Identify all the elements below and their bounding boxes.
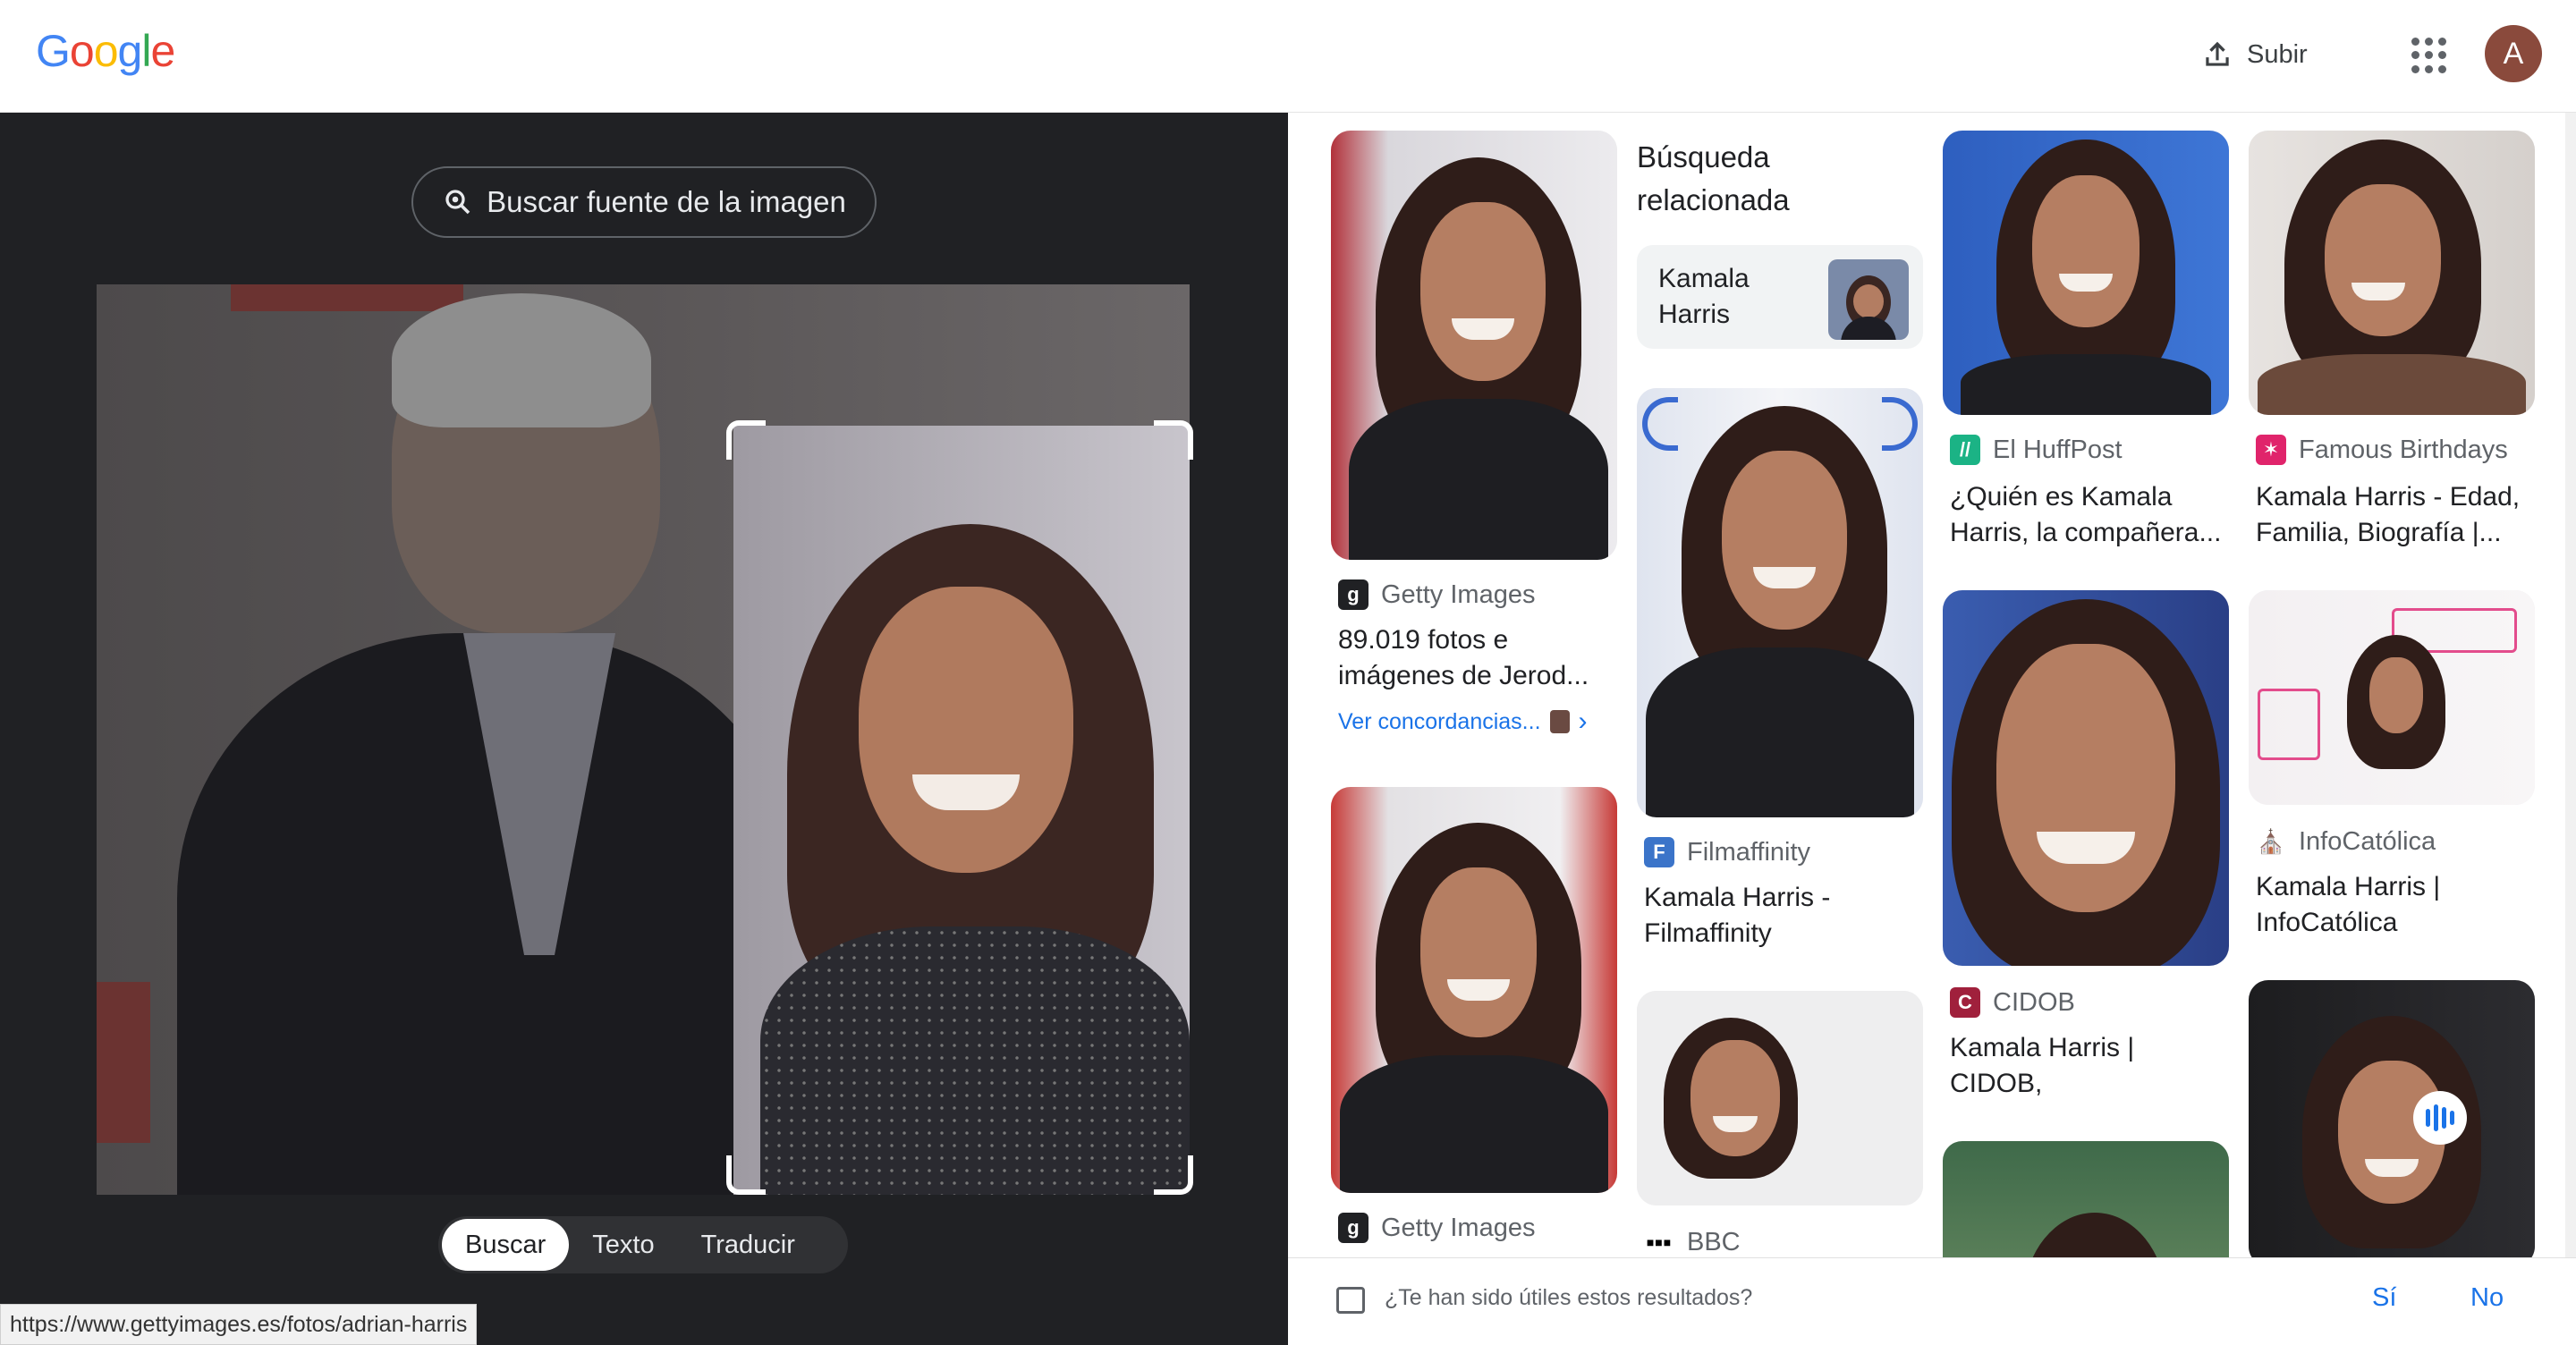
result-source: C CIDOB — [1950, 987, 2075, 1018]
result-source: ⛪ InfoCatólica — [2256, 826, 2436, 857]
result-source: // El HuffPost — [1950, 435, 2123, 465]
crop-handle-bottom-right[interactable] — [1154, 1155, 1193, 1195]
result-title-line: Familia, Biografía |... — [2256, 518, 2502, 547]
lens-search-icon — [445, 190, 470, 215]
logo-letter: l — [141, 26, 151, 76]
logo-letter: o — [93, 26, 119, 76]
result-source-label: Filmaffinity — [1687, 837, 1811, 867]
see-matches-link[interactable]: Ver concordancias... › — [1338, 706, 1588, 737]
feedback-yes-button[interactable]: Sí — [2372, 1283, 2396, 1313]
result-image[interactable] — [1637, 388, 1923, 817]
huffpost-icon: // — [1950, 435, 1980, 465]
related-search-heading: Búsqueda relacionada — [1637, 136, 1790, 222]
result-title[interactable]: Kamala Harris - Filmaffinity — [1644, 880, 1921, 952]
crop-handle-top-left[interactable] — [726, 420, 766, 460]
find-image-source-label: Buscar fuente de la imagen — [487, 185, 846, 218]
logo-letter: G — [36, 26, 71, 76]
logo-letter: e — [150, 26, 175, 76]
upload-icon — [2206, 41, 2229, 66]
getty-images-icon: g — [1338, 579, 1368, 610]
upload-button[interactable]: Subir — [2200, 32, 2308, 77]
result-source: ✶ Famous Birthdays — [2256, 435, 2508, 465]
result-source-label: InfoCatólica — [2299, 826, 2436, 856]
lens-panel: Buscar fuente de la imagen Buscar Texto … — [0, 113, 1288, 1345]
result-source-label: Getty Images — [1381, 1213, 1536, 1242]
related-chip-line: Harris — [1658, 300, 1730, 329]
related-chip-line: Kamala — [1658, 264, 1750, 293]
result-source-label: El HuffPost — [1993, 435, 2123, 464]
result-image[interactable] — [2249, 590, 2535, 805]
feedback-bar: ¿Te han sido útiles estos resultados? Sí… — [1288, 1257, 2576, 1345]
bbc-icon: ■■■ — [1644, 1227, 1674, 1257]
match-thumb-icon — [1549, 710, 1570, 733]
status-bar-url: https://www.gettyimages.es/fotos/adrian-… — [0, 1304, 478, 1345]
apps-grid-icon[interactable] — [2411, 38, 2447, 73]
tab-traducir[interactable]: Traducir — [678, 1219, 818, 1271]
result-title-line: ¿Quién es Kamala — [1950, 482, 2173, 512]
avatar-letter: A — [2503, 36, 2524, 71]
result-title[interactable]: Kamala Harris | CIDOB, — [1950, 1030, 2227, 1102]
logo-letter: o — [69, 26, 95, 76]
result-title-line: Kamala Harris | — [1950, 1033, 2135, 1062]
result-image[interactable] — [1943, 1141, 2229, 1257]
tab-buscar[interactable]: Buscar — [442, 1219, 570, 1271]
result-image[interactable] — [2249, 131, 2535, 415]
tab-texto[interactable]: Texto — [569, 1219, 677, 1271]
result-title-line: CIDOB, — [1950, 1069, 2043, 1098]
result-image[interactable] — [1331, 787, 1617, 1193]
result-title[interactable]: Kamala Harris - Edad, Familia, Biografía… — [2256, 479, 2533, 551]
google-logo[interactable]: Google — [36, 25, 175, 77]
result-title-line: Kamala Harris - Edad, — [2256, 482, 2521, 512]
related-chip-image — [1828, 259, 1909, 340]
result-source-label: Famous Birthdays — [2299, 435, 2508, 464]
scrollbar[interactable] — [2565, 113, 2576, 1257]
result-title[interactable]: ¿Quién es Kamala Harris, la compañera... — [1950, 479, 2227, 551]
related-search-chip[interactable]: Kamala Harris — [1637, 245, 1923, 349]
filmaffinity-icon: F — [1644, 837, 1674, 867]
voice-equalizer-icon[interactable] — [2413, 1091, 2467, 1145]
crop-handle-bottom-left[interactable] — [726, 1155, 766, 1195]
crop-handles[interactable] — [726, 420, 1193, 1195]
result-source-label: BBC — [1687, 1227, 1741, 1256]
result-source: F Filmaffinity — [1644, 837, 1810, 867]
getty-images-icon: g — [1338, 1213, 1368, 1243]
crop-handle-top-right[interactable] — [1154, 420, 1193, 460]
feedback-no-button[interactable]: No — [2470, 1283, 2504, 1313]
result-title[interactable]: Kamala Harris | InfoCatólica — [2256, 869, 2533, 941]
result-title-line: 89.019 fotos e — [1338, 625, 1509, 655]
related-heading-line: relacionada — [1637, 183, 1790, 216]
results-panel: g Getty Images 89.019 fotos e imágenes d… — [1288, 113, 2576, 1257]
feedback-question: ¿Te han sido útiles estos resultados? — [1385, 1285, 1753, 1310]
result-title-line: Kamala Harris - — [1644, 883, 1831, 912]
result-image[interactable] — [1943, 590, 2229, 966]
famous-birthdays-icon: ✶ — [2256, 435, 2286, 465]
logo-letter: g — [117, 26, 143, 76]
cidob-icon: C — [1950, 987, 1980, 1018]
result-source: g Getty Images — [1338, 579, 1535, 610]
result-image[interactable] — [1637, 991, 1923, 1205]
result-source: g Getty Images — [1338, 1213, 1535, 1243]
result-title-line: imágenes de Jerod... — [1338, 661, 1589, 690]
result-image[interactable] — [2249, 980, 2535, 1257]
see-matches-label: Ver concordancias... — [1338, 708, 1541, 734]
mode-tabs: Buscar Texto Traducir — [438, 1216, 848, 1273]
result-image[interactable] — [1331, 131, 1617, 560]
result-title-line: InfoCatólica — [2256, 908, 2398, 937]
avatar[interactable]: A — [2485, 25, 2542, 82]
result-source-label: Getty Images — [1381, 579, 1536, 609]
find-image-source-button[interactable]: Buscar fuente de la imagen — [411, 166, 877, 238]
chevron-right-icon: › — [1578, 706, 1588, 736]
infocatolica-icon: ⛪ — [2256, 826, 2286, 857]
result-title-line: Harris, la compañera... — [1950, 518, 2222, 547]
result-title-line: Kamala Harris | — [2256, 872, 2441, 901]
result-title-line: Filmaffinity — [1644, 918, 1772, 948]
result-title[interactable]: 89.019 fotos e imágenes de Jerod... — [1338, 622, 1615, 694]
related-heading-line: Búsqueda — [1637, 140, 1770, 173]
upload-label: Subir — [2247, 39, 2308, 69]
result-image[interactable] — [1943, 131, 2229, 415]
feedback-icon — [1336, 1287, 1365, 1314]
result-source: ■■■ BBC — [1644, 1227, 1741, 1257]
result-source-label: CIDOB — [1993, 987, 2075, 1017]
top-bar: Google Subir A — [0, 0, 2576, 113]
